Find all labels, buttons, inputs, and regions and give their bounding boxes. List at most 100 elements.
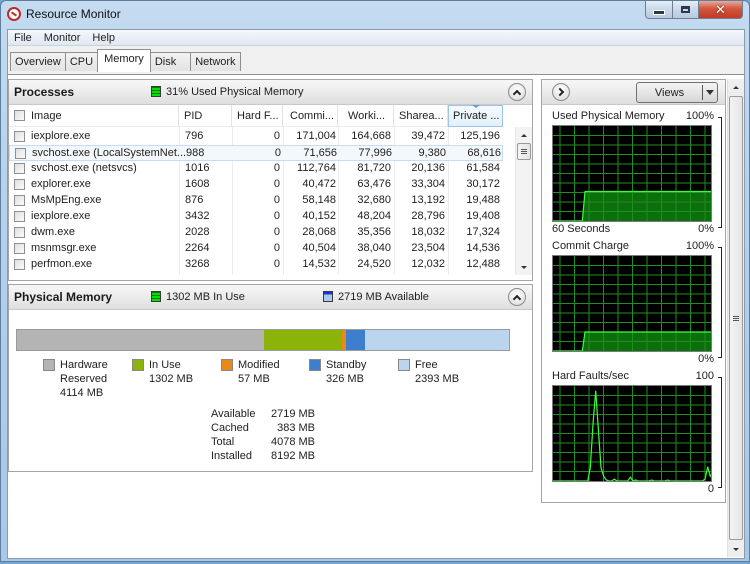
processes-scrollbar[interactable] [515, 127, 532, 275]
graph-min-label: 0% [698, 353, 714, 365]
memory-segment-standby [345, 330, 366, 350]
summary-value: 383 MB [277, 422, 315, 434]
process-hard-faults: 0 [273, 242, 280, 254]
close-button[interactable]: ✕ [699, 1, 743, 19]
tab-overview[interactable]: Overview [10, 52, 66, 71]
process-row[interactable]: svchost.exe (LocalSystemNet... 988 0 71,656… [9, 145, 503, 161]
sort-descending-icon [471, 105, 480, 108]
process-row[interactable]: iexplore.exe 3432 0 40,152 48,204 28,796 19,40… [9, 209, 503, 225]
process-checkbox[interactable] [14, 131, 25, 142]
scroll-down-button[interactable] [728, 541, 744, 557]
column-header-commit[interactable]: Commi... [283, 105, 338, 127]
scale-bracket [718, 377, 722, 488]
process-row[interactable]: msnmsgr.exe 2264 0 40,504 38,040 23,504 14,536 [9, 241, 503, 257]
process-commit: 40,504 [302, 242, 336, 254]
processes-collapse-button[interactable] [508, 83, 526, 101]
process-row[interactable]: explorer.exe 1608 0 40,472 63,476 33,304 30,17… [9, 177, 503, 193]
process-row[interactable]: iexplore.exe 796 0 171,004 164,668 39,472 125,… [9, 129, 503, 145]
scroll-thumb[interactable] [517, 143, 531, 160]
menu-monitor[interactable]: Monitor [38, 32, 87, 44]
process-pid: 3432 [185, 210, 210, 222]
memory-usage-bar [16, 329, 510, 351]
column-header-hard-faults[interactable]: Hard F... [232, 105, 283, 127]
graph-commit-charge: Commit Charge 100% 0% [550, 240, 722, 365]
legend-swatch [43, 359, 55, 371]
column-header-image[interactable]: Image [9, 105, 179, 127]
graphs-frame: Views Used Physical Memory 100% 60 Secon… [541, 79, 726, 503]
summary-label: Cached [211, 422, 249, 434]
process-checkbox[interactable] [14, 211, 25, 222]
menu-help[interactable]: Help [86, 32, 121, 44]
process-private: 19,488 [466, 194, 500, 206]
processes-header[interactable]: Processes 31% Used Physical Memory [9, 80, 532, 105]
processes-title: Processes [14, 85, 75, 99]
close-icon: ✕ [715, 2, 726, 17]
maximize-button[interactable] [673, 1, 699, 19]
scroll-down-button[interactable] [516, 259, 532, 275]
process-working: 20,556 [340, 274, 391, 275]
graph-timespan-label: 60 Seconds [552, 223, 611, 235]
process-shareable: 18,032 [411, 226, 445, 238]
scroll-thumb[interactable] [729, 96, 743, 540]
physical-memory-header[interactable]: Physical Memory 1302 MB In Use 2719 MB A… [9, 285, 532, 310]
process-row[interactable]: perfmon.exe 3268 0 14,532 24,520 12,032 12,488 [9, 257, 503, 273]
process-shareable: 28,796 [411, 210, 445, 222]
tab-cpu[interactable]: CPU [64, 52, 99, 71]
process-private: 125,196 [460, 130, 500, 142]
column-header-private[interactable]: Private ... [448, 105, 503, 127]
menu-file[interactable]: File [8, 32, 38, 44]
scroll-up-button[interactable] [516, 127, 532, 143]
window-controls: ✕ [645, 1, 743, 19]
process-working: 35,356 [357, 226, 391, 238]
process-checkbox[interactable] [14, 179, 25, 190]
title-bar[interactable]: Resource Monitor ✕ [1, 1, 749, 27]
scroll-up-button[interactable] [728, 79, 744, 95]
graph-canvas [552, 385, 712, 482]
process-shareable: 33,304 [411, 178, 445, 190]
minimize-button[interactable] [645, 1, 673, 19]
views-dropdown-button[interactable]: Views [636, 82, 718, 103]
process-shareable: 12,032 [411, 258, 445, 270]
process-row[interactable]: svchost.exe (LocalServiceNet...956 0 34,49… [9, 273, 503, 275]
process-checkbox[interactable] [14, 163, 25, 174]
physical-memory-collapse-button[interactable] [508, 288, 526, 306]
processes-table: Image PID Hard F... Commi... Worki... Sh… [9, 105, 532, 275]
arrow-up-icon [521, 133, 527, 137]
summary-label: Installed [211, 450, 252, 462]
column-header-working-set[interactable]: Worki... [338, 105, 394, 127]
process-checkbox[interactable] [14, 195, 25, 206]
summary-label: Total [211, 436, 235, 448]
process-pid: 796 [185, 130, 204, 142]
process-working: 24,520 [357, 258, 391, 270]
tab-disk[interactable]: Disk [149, 52, 192, 71]
process-row[interactable]: MsMpEng.exe 876 0 58,148 32,680 13,192 19,488 [9, 193, 503, 209]
collapse-graphs-button[interactable] [552, 83, 570, 101]
tab-network[interactable]: Network [190, 52, 241, 71]
column-header-shareable[interactable]: Sharea... [394, 105, 448, 127]
tab-memory[interactable]: Memory [97, 49, 151, 72]
legend-item: Free 2393 MB [398, 358, 459, 386]
process-checkbox[interactable] [14, 243, 25, 254]
process-checkbox[interactable] [14, 259, 25, 270]
graph-canvas [552, 125, 712, 222]
available-status: 2719 MB Available [323, 291, 429, 303]
memory-segment-in-use [264, 330, 343, 350]
process-working: 48,204 [357, 210, 391, 222]
arrow-down-icon [521, 265, 527, 269]
process-checkbox[interactable] [14, 227, 25, 238]
column-header-pid[interactable]: PID [179, 105, 232, 127]
process-checkbox[interactable] [15, 148, 26, 159]
legend-swatch [309, 359, 321, 371]
process-working: 32,680 [357, 194, 391, 206]
legend-text: Free [415, 359, 438, 371]
legend-text: 4114 MB [60, 387, 104, 399]
graphs-scrollbar[interactable] [727, 79, 744, 557]
graph-min-label: 0% [698, 223, 714, 235]
process-private: 61,584 [466, 162, 500, 174]
process-row[interactable]: dwm.exe 2028 0 28,068 35,356 18,032 17,324 [9, 225, 503, 241]
process-commit: 14,532 [302, 258, 336, 270]
process-commit: 171,004 [296, 130, 336, 142]
process-row[interactable]: svchost.exe (netsvcs) 1016 0 112,764 81,720 2… [9, 161, 503, 177]
select-all-checkbox[interactable] [14, 110, 25, 121]
legend-item: In Use 1302 MB [132, 358, 193, 386]
